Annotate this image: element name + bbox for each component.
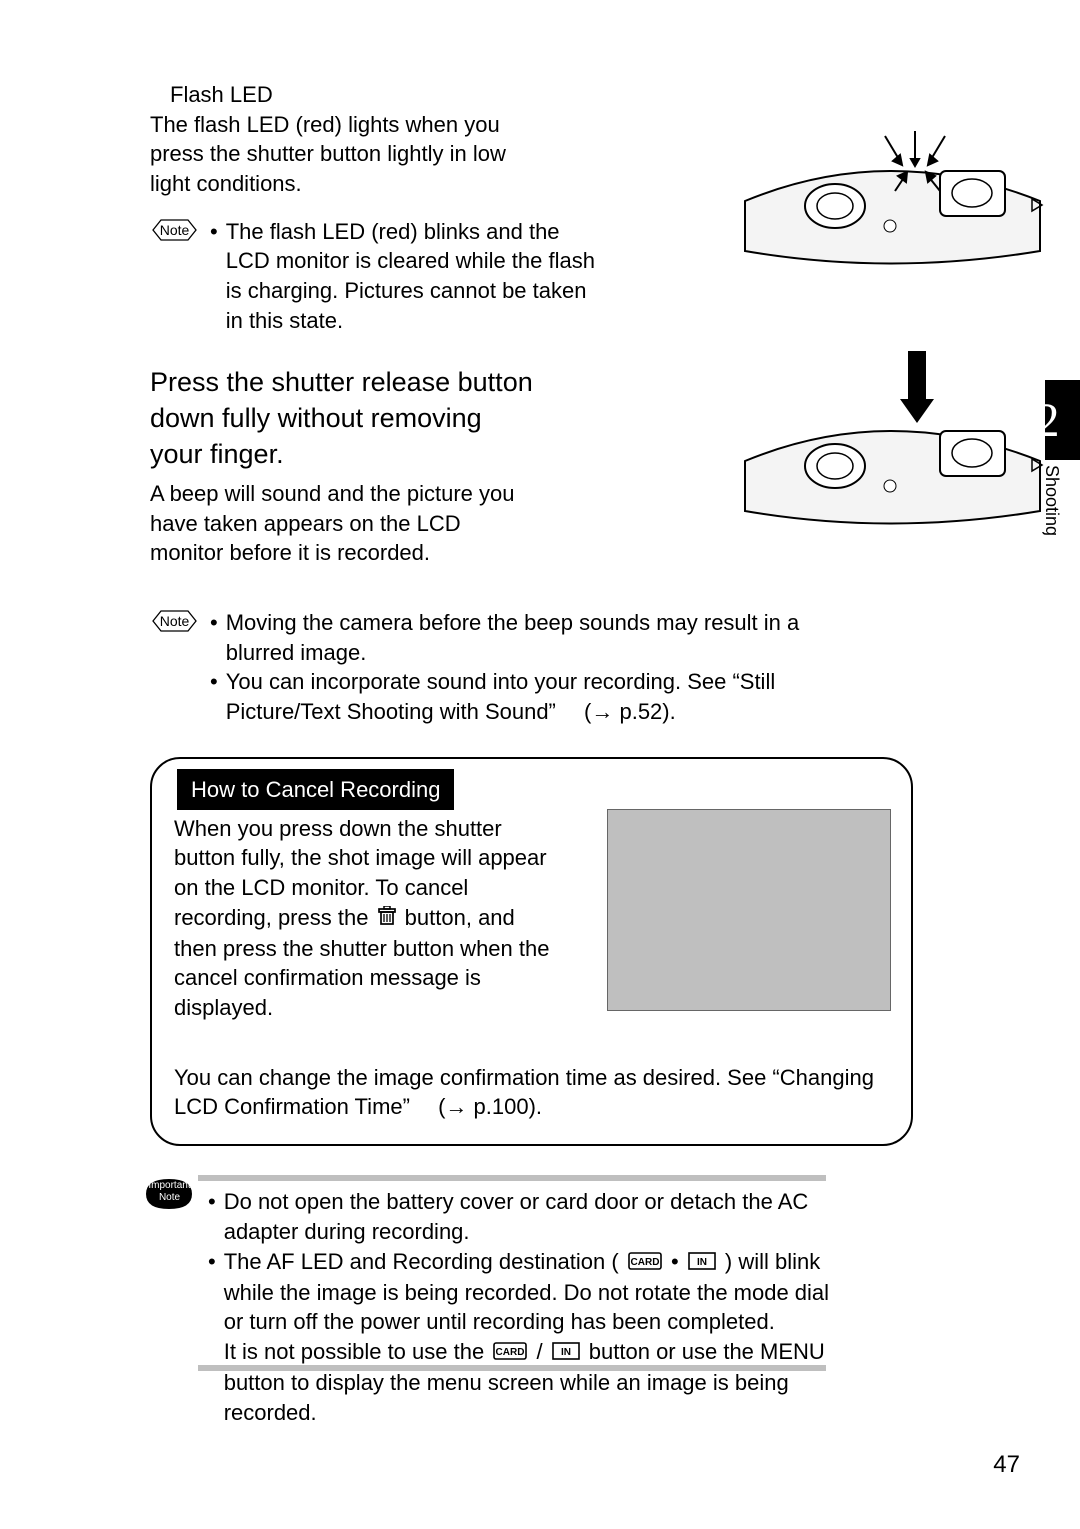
svg-text:CARD: CARD — [496, 1347, 525, 1358]
important-note-tag-icon: Important Note — [142, 1177, 197, 1211]
shutter-result: A beep will sound and the picture you ha… — [150, 479, 540, 568]
cancel-recording-panel: How to Cancel Recording When you press d… — [150, 757, 913, 1147]
svg-text:IN: IN — [561, 1347, 571, 1358]
panel-title: How to Cancel Recording — [177, 769, 454, 811]
important-bullet: • The AF LED and Recording destination (… — [208, 1247, 848, 1428]
important-note-block: Important Note • Do not open the battery… — [150, 1181, 880, 1427]
flash-led-heading: Flash LED — [170, 80, 880, 110]
manual-page: 2 Shooting — [0, 0, 1080, 1529]
panel-text-1: When you press down the shutter button f… — [174, 814, 554, 1023]
card-icon: CARD — [493, 1338, 527, 1368]
flash-led-intro: The flash LED (red) lights when you pres… — [150, 110, 540, 199]
note2-item2: You can incorporate sound into your reco… — [226, 667, 850, 726]
note1-text: The flash LED (red) blinks and the LCD m… — [226, 217, 600, 336]
in-icon: IN — [552, 1338, 580, 1368]
note-bullet: • Moving the camera before the beep soun… — [210, 608, 850, 667]
trash-icon — [378, 904, 396, 934]
note-tag-icon: Note — [147, 219, 202, 241]
important-bullet: • Do not open the battery cover or card … — [208, 1187, 848, 1246]
in-icon: IN — [688, 1248, 716, 1278]
important-item1: Do not open the battery cover or card do… — [224, 1187, 848, 1246]
card-icon: CARD — [628, 1248, 662, 1278]
note-bullet: • You can incorporate sound into your re… — [210, 667, 850, 726]
svg-text:CARD: CARD — [630, 1257, 659, 1268]
panel-text-2: You can change the image confirmation ti… — [174, 1063, 889, 1122]
svg-text:IN: IN — [697, 1257, 707, 1268]
note-bullet: • The flash LED (red) blinks and the LCD… — [210, 217, 600, 336]
shutter-instruction: Press the shutter release button down fu… — [150, 364, 540, 473]
figure-lcd-placeholder — [607, 809, 891, 1011]
important-item2: The AF LED and Recording destination ( C… — [224, 1247, 848, 1428]
note-tag-icon: Note — [147, 610, 202, 632]
page-number: 47 — [993, 1451, 1020, 1479]
note2-item1: Moving the camera before the beep sounds… — [226, 608, 850, 667]
